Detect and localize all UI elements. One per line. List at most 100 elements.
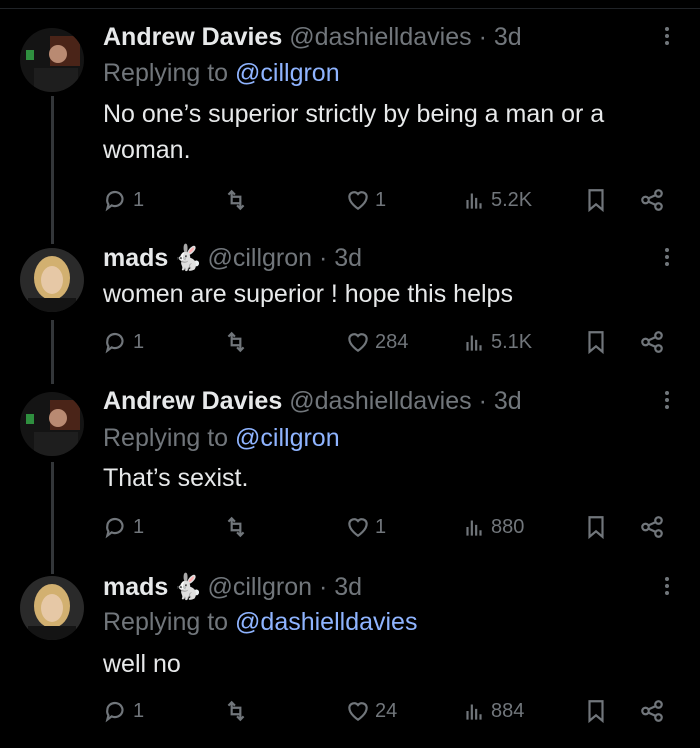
- reply-count: 1: [133, 699, 145, 722]
- replying-to: Replying to @cillgron: [103, 424, 340, 453]
- share-button[interactable]: [639, 696, 665, 726]
- tweet[interactable]: mads 🐇 @cillgron · 3d Replying to @dashiel…: [0, 564, 700, 748]
- tweet-text: women are superior ! hope this helps: [103, 280, 513, 308]
- views-chart-icon: [466, 335, 482, 351]
- reply-icon: [105, 701, 124, 723]
- share-icon: [641, 516, 663, 538]
- tweet[interactable]: mads 🐇 @cillgron · 3d women are superior !…: [0, 236, 700, 372]
- more-options-button[interactable]: [660, 388, 674, 418]
- action-bar: 1 1 5.2K: [103, 185, 673, 215]
- retweet-button[interactable]: [223, 696, 253, 726]
- display-name[interactable]: mads: [103, 244, 168, 272]
- avatar[interactable]: [20, 392, 84, 456]
- retweet-icon: [227, 331, 245, 353]
- share-icon: [641, 331, 663, 353]
- views-chart-icon: [466, 193, 482, 209]
- tweet-header: mads 🐇 @cillgron · 3d: [103, 244, 362, 273]
- replying-prefix: Replying to: [103, 608, 236, 636]
- like-button[interactable]: 1: [345, 185, 386, 215]
- retweet-button[interactable]: [223, 327, 253, 357]
- retweet-button[interactable]: [223, 512, 253, 542]
- views-button[interactable]: 884: [461, 696, 524, 726]
- tweet-text: No one’s superior strictly by being a ma…: [103, 100, 605, 164]
- view-count: 880: [491, 515, 525, 538]
- retweet-icon: [227, 516, 245, 538]
- like-count: 284: [375, 330, 409, 353]
- user-handle[interactable]: @cillgron: [207, 244, 312, 272]
- avatar[interactable]: [20, 248, 84, 312]
- views-chart-icon: [466, 704, 482, 720]
- like-count: 1: [375, 188, 387, 211]
- views-button[interactable]: 5.2K: [461, 185, 532, 215]
- heart-icon: [348, 333, 368, 352]
- like-count: 1: [375, 515, 387, 538]
- more-options-button[interactable]: [660, 574, 674, 604]
- tweet-header: mads 🐇 @cillgron · 3d: [103, 573, 362, 602]
- bookmark-button[interactable]: [583, 512, 609, 542]
- tweet[interactable]: Andrew Davies @dashielldavies · 3d Reply…: [0, 0, 700, 236]
- view-count: 5.1K: [491, 330, 533, 353]
- heart-icon: [348, 518, 368, 537]
- share-button[interactable]: [639, 327, 665, 357]
- views-button[interactable]: 880: [461, 512, 524, 542]
- like-button[interactable]: 24: [345, 696, 397, 726]
- more-options-button[interactable]: [660, 24, 674, 54]
- rabbit-emoji: 🐇: [172, 244, 204, 272]
- bookmark-icon: [588, 700, 604, 724]
- share-button[interactable]: [639, 185, 665, 215]
- timestamp[interactable]: 3d: [334, 573, 362, 601]
- bookmark-button[interactable]: [583, 696, 609, 726]
- avatar[interactable]: [20, 576, 84, 640]
- heart-icon: [348, 702, 368, 721]
- mention-link[interactable]: @cillgron: [235, 59, 340, 87]
- action-bar: 1 1 880: [103, 512, 673, 542]
- tweet-text: well no: [103, 650, 181, 678]
- share-icon: [641, 700, 663, 722]
- action-bar: 1 284 5.1K: [103, 327, 673, 357]
- share-button[interactable]: [639, 512, 665, 542]
- reply-count: 1: [133, 330, 145, 353]
- replying-to: Replying to @cillgron: [103, 59, 340, 88]
- timestamp[interactable]: 3d: [334, 244, 362, 272]
- user-handle[interactable]: @dashielldavies: [289, 387, 471, 415]
- views-button[interactable]: 5.1K: [461, 327, 532, 357]
- mention-link[interactable]: @dashielldavies: [235, 608, 417, 636]
- reply-button[interactable]: 1: [103, 185, 144, 215]
- share-icon: [641, 189, 663, 211]
- timestamp[interactable]: 3d: [494, 23, 522, 51]
- tweet-text: That’s sexist.: [103, 464, 249, 492]
- reply-count: 1: [133, 188, 145, 211]
- timestamp[interactable]: 3d: [494, 387, 522, 415]
- retweet-button[interactable]: [223, 185, 253, 215]
- bookmark-icon: [588, 516, 604, 540]
- like-button[interactable]: 284: [345, 327, 408, 357]
- display-name[interactable]: Andrew Davies: [103, 23, 282, 51]
- display-name[interactable]: mads: [103, 573, 168, 601]
- bookmark-button[interactable]: [583, 327, 609, 357]
- bookmark-icon: [588, 189, 604, 213]
- retweet-icon: [227, 700, 245, 722]
- bookmark-button[interactable]: [583, 185, 609, 215]
- user-handle[interactable]: @dashielldavies: [289, 23, 471, 51]
- separator-dot: ·: [478, 387, 487, 415]
- heart-icon: [348, 191, 368, 210]
- tweet[interactable]: Andrew Davies @dashielldavies · 3d Reply…: [0, 372, 700, 564]
- reply-button[interactable]: 1: [103, 512, 144, 542]
- mention-link[interactable]: @cillgron: [235, 424, 340, 452]
- avatar[interactable]: [20, 28, 84, 92]
- separator-dot: ·: [318, 573, 328, 601]
- display-name[interactable]: Andrew Davies: [103, 387, 282, 415]
- tweet-header: Andrew Davies @dashielldavies · 3d: [103, 387, 522, 416]
- views-chart-icon: [466, 520, 482, 536]
- more-options-button[interactable]: [660, 245, 674, 275]
- separator-dot: ·: [478, 23, 487, 51]
- view-count: 884: [491, 699, 525, 722]
- separator-dot: ·: [318, 244, 328, 272]
- user-handle[interactable]: @cillgron: [207, 573, 312, 601]
- view-count: 5.2K: [491, 188, 533, 211]
- like-button[interactable]: 1: [345, 512, 386, 542]
- reply-button[interactable]: 1: [103, 327, 144, 357]
- reply-count: 1: [133, 515, 145, 538]
- reply-icon: [105, 190, 124, 212]
- reply-button[interactable]: 1: [103, 696, 144, 726]
